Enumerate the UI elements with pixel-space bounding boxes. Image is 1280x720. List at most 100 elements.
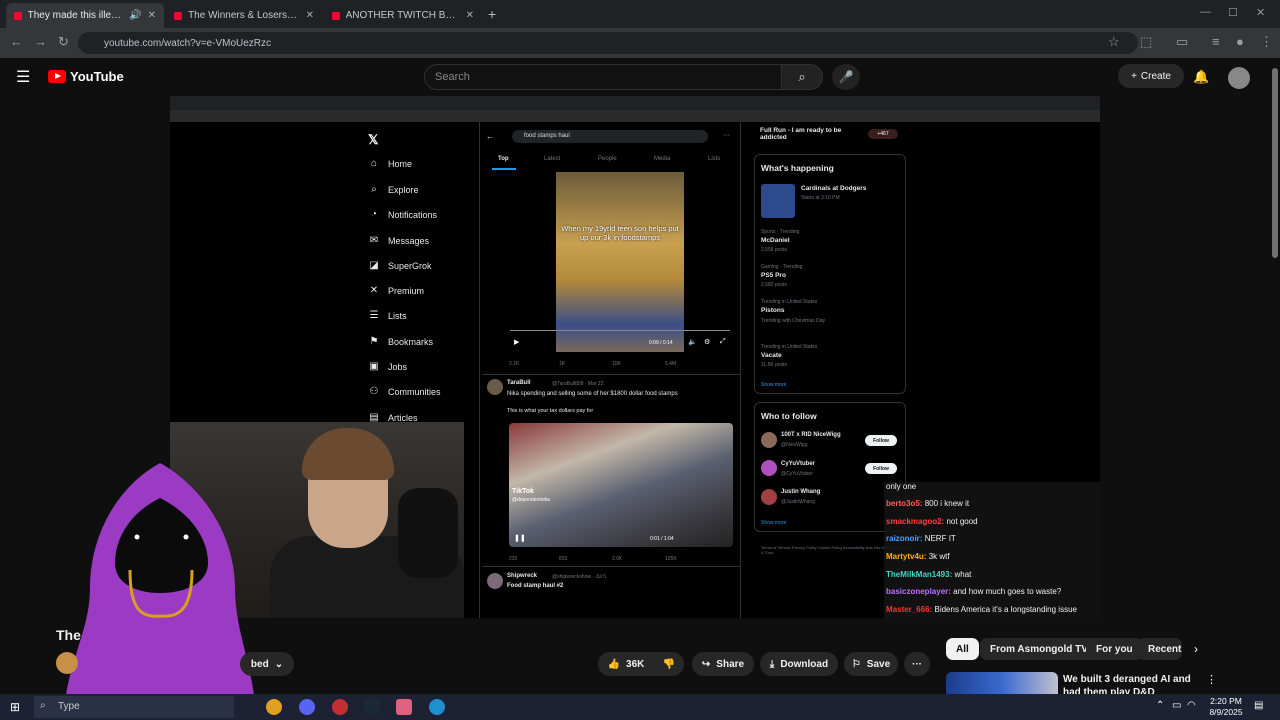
dislike-button[interactable]: 👎 [654, 652, 684, 676]
search-input[interactable]: Search [424, 64, 782, 90]
chrome-icon[interactable] [266, 699, 282, 715]
x-search-input[interactable]: food stamps haul [512, 130, 708, 143]
video-player[interactable]: 𝕏 ⌂ Home ⌕ Explore ◔ Notifications ✉ Message… [170, 96, 1100, 618]
minimize-icon[interactable]: — [1200, 6, 1211, 18]
steam-icon[interactable] [364, 699, 380, 715]
obs-icon[interactable] [332, 699, 348, 715]
more-actions-button[interactable]: ··· [904, 652, 930, 676]
tray-chevron-up-icon[interactable]: ⌃ [1156, 700, 1164, 711]
shipwreck-avatar[interactable] [487, 573, 503, 589]
share-button[interactable]: ↪ Share [692, 652, 754, 676]
follow-name[interactable]: CyYuVtuber [781, 461, 815, 467]
reply-count[interactable]: 2.1K [509, 361, 519, 367]
edge-icon[interactable] [429, 699, 445, 715]
windows-start-icon[interactable]: ⊞ [10, 700, 20, 714]
tweet-author-name[interactable]: Shipwreck [507, 573, 537, 579]
chip-recent[interactable]: Recent [1138, 638, 1182, 660]
x-tab-latest[interactable]: Latest [544, 156, 560, 162]
like-count[interactable]: 10K [612, 361, 621, 367]
x-nav-bookmarks[interactable]: ⚑ Bookmarks [368, 336, 434, 347]
follow-name[interactable]: 100T x RID NiceWigg [781, 432, 841, 438]
x-nav-jobs[interactable]: ▣ Jobs [368, 361, 407, 372]
x-nav-communities[interactable]: ⚇ Communities [368, 386, 441, 397]
back-arrow-icon[interactable]: ← [486, 132, 494, 141]
youtube-logo[interactable]: YouTube [48, 69, 124, 84]
tweet-video-1[interactable] [556, 172, 684, 352]
follow-avatar[interactable] [761, 432, 777, 448]
more-icon[interactable]: ··· [723, 132, 730, 139]
account-avatar[interactable] [1228, 67, 1250, 89]
follow-name[interactable]: Justin Whang [781, 489, 820, 495]
reply-count[interactable]: 220 [509, 556, 517, 562]
page-scrollbar[interactable] [1272, 68, 1278, 258]
like-count[interactable]: 2.0K [612, 556, 622, 562]
show-more-link[interactable]: Show more [761, 520, 786, 526]
close-tab-icon[interactable]: ✕ [148, 10, 156, 21]
view-count[interactable]: 125K [665, 556, 677, 562]
taskbar-clock[interactable]: 2:20 PM 8/9/2025 [1204, 696, 1248, 718]
recommended-title[interactable]: We built 3 deranged AI and had them play… [1063, 673, 1203, 694]
fullscreen-icon[interactable]: ⤢ [720, 338, 726, 346]
new-tab-button[interactable]: + [488, 6, 496, 22]
show-more-link[interactable]: Show more [761, 382, 786, 388]
repost-count[interactable]: 1K [559, 361, 565, 367]
save-button[interactable]: ⚐ Save [844, 652, 898, 676]
menu-list-icon[interactable]: ≡ [1212, 34, 1220, 49]
tray-display-icon[interactable]: ▭ [1172, 700, 1181, 711]
x-nav-home[interactable]: ⌂ Home [368, 158, 412, 169]
download-button[interactable]: ⤓ Download [760, 652, 838, 676]
trend-name[interactable]: Vacate [761, 352, 782, 359]
tarabull-avatar[interactable] [487, 379, 503, 395]
x-tab-media[interactable]: Media [654, 156, 670, 162]
tray-network-icon[interactable]: ◠ [1187, 700, 1196, 711]
close-window-icon[interactable]: ✕ [1256, 6, 1265, 19]
back-icon[interactable]: ← [10, 34, 23, 49]
settings-icon[interactable]: ⚙ [704, 338, 710, 346]
create-button[interactable]: + Create [1118, 64, 1184, 88]
play-icon[interactable]: ▶ [514, 338, 519, 346]
follow-button[interactable]: Follow [865, 463, 897, 474]
close-tab-icon[interactable]: ✕ [306, 10, 314, 21]
like-button[interactable]: 👍 36K [598, 652, 654, 676]
chip-for-you[interactable]: For you [1086, 638, 1143, 660]
maximize-icon[interactable]: ☐ [1228, 6, 1238, 19]
mute-icon[interactable]: 🔈 [688, 338, 697, 346]
browser-tab-3[interactable]: ANOTHER TWITCH BAN??? - Yo ✕ [324, 3, 482, 28]
cast-icon[interactable]: ▭ [1176, 34, 1188, 50]
pause-icon[interactable]: ❚❚ [514, 534, 526, 542]
view-count[interactable]: 5.4M [665, 361, 676, 367]
notification-center-icon[interactable]: ▤ [1254, 700, 1263, 711]
x-tab-top[interactable]: Top [498, 156, 509, 162]
event-thumbnail[interactable] [761, 184, 795, 218]
browser-tab-2[interactable]: The Winners & Losers of Patch ✕ [166, 3, 322, 28]
browser-tab-1[interactable]: They made this illegal... - Yo 🔊 ✕ [6, 3, 164, 28]
event-title[interactable]: Cardinals at Dodgers [801, 185, 866, 192]
url-bar[interactable]: youtube.com/watch?v=e-VMoUezRzc [78, 32, 1138, 54]
bookmark-star-icon[interactable]: ☆ [1108, 34, 1120, 50]
tweet-video-2[interactable] [509, 423, 733, 547]
x-nav-notifications[interactable]: ◔ Notifications [368, 209, 437, 220]
search-button[interactable]: ⌕ [781, 64, 823, 90]
repost-count[interactable]: 833 [559, 556, 567, 562]
discord-icon[interactable] [299, 699, 315, 715]
browser-menu-icon[interactable]: ⋮ [1260, 34, 1273, 50]
forward-icon[interactable]: → [34, 34, 47, 49]
x-tab-lists[interactable]: Lists [708, 156, 720, 162]
reload-icon[interactable]: ↻ [58, 34, 69, 50]
notifications-bell-icon[interactable]: 🔔 [1193, 69, 1209, 85]
close-tab-icon[interactable]: ✕ [466, 10, 474, 21]
chip-all[interactable]: All [946, 638, 979, 660]
voice-search-button[interactable]: 🎤 [832, 64, 860, 90]
x-nav-lists[interactable]: ☰ Lists [368, 310, 407, 321]
extensions-icon[interactable]: ⬚ [1140, 34, 1152, 50]
channel-avatar[interactable] [56, 652, 78, 674]
app-icon[interactable] [396, 699, 412, 715]
subscribed-button[interactable]: bed ⌄ [240, 652, 294, 676]
video-progress-bar[interactable] [510, 330, 730, 331]
hamburger-menu-icon[interactable]: ☰ [16, 67, 30, 87]
tweet-author-name[interactable]: TaraBull [507, 380, 531, 386]
follow-avatar[interactable] [761, 489, 777, 505]
rec-more-icon[interactable]: ⋮ [1206, 673, 1217, 686]
trend-name[interactable]: Pistons [761, 307, 784, 314]
x-tab-people[interactable]: People [598, 156, 617, 162]
